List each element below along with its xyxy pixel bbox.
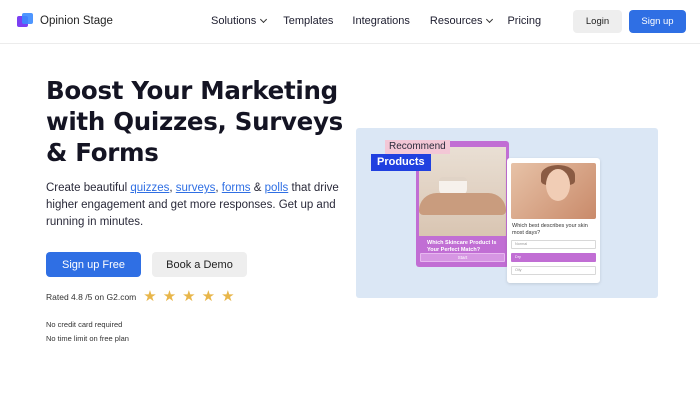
products-tag: Products <box>371 154 431 171</box>
survey-option: Oily <box>511 266 596 275</box>
nav-label: Pricing <box>507 15 542 27</box>
subtitle-text: Create beautiful <box>46 182 131 194</box>
survey-option: Normal <box>511 240 596 249</box>
nav-label: Resources <box>429 15 483 27</box>
link-polls[interactable]: polls <box>265 182 289 194</box>
rating-stars: ★ ★ ★ ★ ★ <box>143 289 234 304</box>
site-header: Opinion Stage Solutions Templates Integr… <box>0 0 700 44</box>
nav-label: Solutions <box>211 15 257 27</box>
link-surveys[interactable]: surveys <box>176 182 216 194</box>
signup-button[interactable]: Sign up <box>629 10 686 33</box>
nav-item-resources[interactable]: Resources <box>429 15 494 27</box>
star-icon: ★ <box>182 288 196 305</box>
logo[interactable]: Opinion Stage <box>17 13 113 29</box>
note-no-credit-card: No credit card required <box>46 320 123 329</box>
star-icon: ★ <box>201 288 216 305</box>
chevron-down-icon <box>260 15 268 24</box>
woman-portrait-image <box>511 163 596 219</box>
logo-icon <box>17 13 34 29</box>
rating-text: Rated 4.8 /5 on G2.com <box>46 291 137 302</box>
chevron-down-icon <box>486 15 494 24</box>
main-nav: Solutions Templates Integrations Resourc… <box>211 15 541 27</box>
nav-item-pricing[interactable]: Pricing <box>507 15 541 27</box>
nav-label: Integrations <box>352 15 410 27</box>
logo-text: Opinion Stage <box>40 15 113 27</box>
nav-item-solutions[interactable]: Solutions <box>211 15 268 27</box>
hero-subtitle: Create beautiful quizzes, surveys, forms… <box>46 180 346 231</box>
star-icon: ★ <box>162 288 177 305</box>
survey-card-preview: Which best describes your skin most days… <box>507 158 600 283</box>
link-quizzes[interactable]: quizzes <box>130 182 169 194</box>
hero-title: Boost Your Marketing with Quizzes, Surve… <box>46 76 343 167</box>
recommend-tag: Recommend <box>385 140 450 154</box>
quiz-start-button: Start <box>420 253 505 262</box>
nav-item-integrations[interactable]: Integrations <box>352 15 409 27</box>
survey-question: Which best describes your skin most days… <box>512 223 588 236</box>
note-no-time-limit: No time limit on free plan <box>46 334 129 343</box>
rating: Rated 4.8 /5 on G2.com ★ ★ ★ ★ ★ <box>46 289 235 304</box>
star-icon: ★ <box>221 288 235 305</box>
book-demo-button[interactable]: Book a Demo <box>152 252 247 277</box>
signup-free-button[interactable]: Sign up Free <box>46 252 141 277</box>
separator-text: & <box>250 182 265 194</box>
link-forms[interactable]: forms <box>222 182 251 194</box>
quiz-question: Which Skincare Product Is Your Perfect M… <box>427 240 497 253</box>
survey-option-selected: Dry <box>511 253 596 262</box>
login-button[interactable]: Login <box>573 10 622 33</box>
skincare-image <box>419 147 506 236</box>
star-icon: ★ <box>143 288 157 305</box>
nav-item-templates[interactable]: Templates <box>283 15 333 27</box>
nav-label: Templates <box>283 15 334 27</box>
product-preview: Which Skincare Product Is Your Perfect M… <box>356 128 658 298</box>
